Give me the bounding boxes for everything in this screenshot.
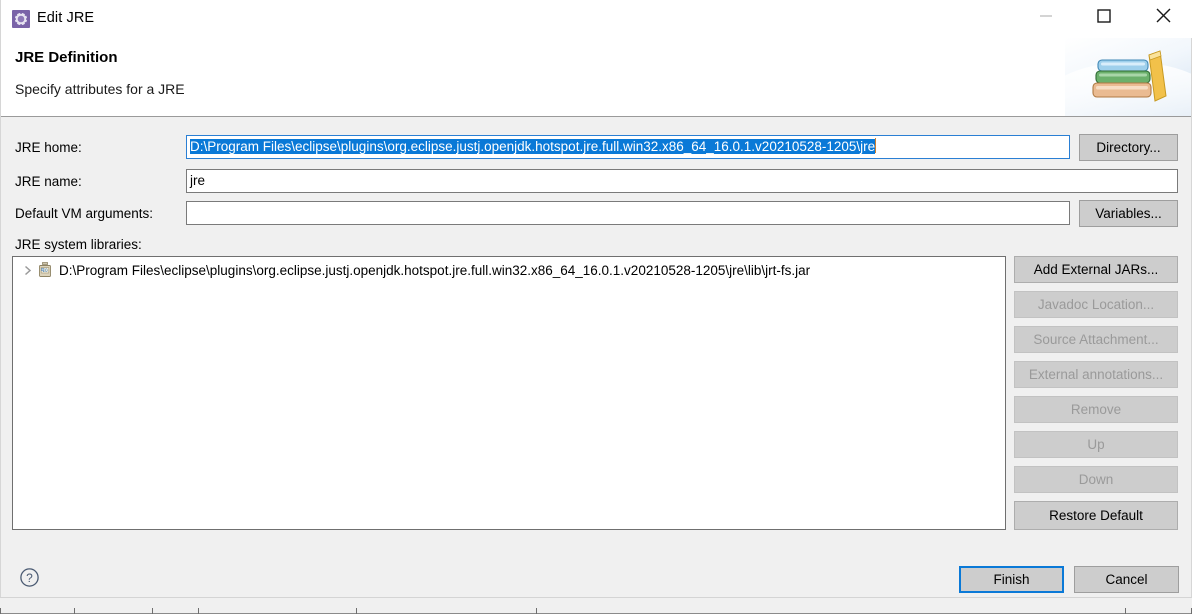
finish-button[interactable]: Finish bbox=[959, 566, 1064, 593]
chevron-right-icon[interactable] bbox=[18, 259, 36, 281]
jre-home-value: D:\Program Files\eclipse\plugins\org.ecl… bbox=[190, 139, 876, 154]
restore-default-button[interactable]: Restore Default bbox=[1014, 501, 1178, 530]
cancel-button[interactable]: Cancel bbox=[1074, 566, 1179, 593]
jre-gear-icon bbox=[12, 10, 30, 28]
window-title: Edit JRE bbox=[37, 10, 95, 26]
external-annotations-button: External annotations... bbox=[1014, 361, 1178, 388]
dialog-header: JRE Definition Specify attributes for a … bbox=[1, 38, 1191, 116]
svg-text:?: ? bbox=[26, 571, 33, 585]
javadoc-location-button: Javadoc Location... bbox=[1014, 291, 1178, 318]
titlebar: Edit JRE bbox=[1, 0, 1192, 38]
close-icon[interactable] bbox=[1140, 0, 1186, 31]
up-button: Up bbox=[1014, 431, 1178, 458]
jre-name-value: jre bbox=[190, 173, 206, 188]
page-title: JRE Definition bbox=[15, 49, 118, 66]
books-stack-icon bbox=[1065, 38, 1191, 116]
system-libraries-tree[interactable]: 10 D:\Program Files\eclipse\plugins\org.… bbox=[12, 256, 1006, 530]
page-subtitle: Specify attributes for a JRE bbox=[15, 81, 185, 97]
dialog-body: JRE home: D:\Program Files\eclipse\plugi… bbox=[1, 117, 1191, 553]
minimize-icon[interactable] bbox=[1023, 0, 1069, 31]
jre-name-label: JRE name: bbox=[15, 174, 82, 189]
tree-row[interactable]: 10 D:\Program Files\eclipse\plugins\org.… bbox=[13, 259, 1005, 281]
background-window-bottom-strip bbox=[0, 597, 1192, 614]
help-question-icon[interactable]: ? bbox=[19, 567, 40, 588]
jre-name-input[interactable]: jre bbox=[186, 169, 1178, 193]
maximize-icon[interactable] bbox=[1081, 0, 1127, 31]
source-attachment-button: Source Attachment... bbox=[1014, 326, 1178, 353]
down-button: Down bbox=[1014, 466, 1178, 493]
vm-arguments-input[interactable] bbox=[186, 201, 1070, 225]
vm-arguments-label: Default VM arguments: bbox=[15, 206, 154, 221]
add-external-jars-button[interactable]: Add External JARs... bbox=[1014, 256, 1178, 283]
tree-item-label: D:\Program Files\eclipse\plugins\org.ecl… bbox=[59, 262, 811, 278]
variables-button[interactable]: Variables... bbox=[1079, 200, 1178, 227]
jre-home-input[interactable]: D:\Program Files\eclipse\plugins\org.ecl… bbox=[186, 135, 1070, 159]
system-libraries-label: JRE system libraries: bbox=[15, 237, 142, 252]
directory-button[interactable]: Directory... bbox=[1079, 134, 1178, 161]
edit-jre-dialog: Edit JRE JRE Definition Specify attribut… bbox=[0, 0, 1192, 598]
jre-home-label: JRE home: bbox=[15, 140, 82, 155]
text-caret bbox=[875, 138, 877, 153]
remove-button: Remove bbox=[1014, 396, 1178, 423]
jar-icon: 10 bbox=[36, 261, 54, 279]
